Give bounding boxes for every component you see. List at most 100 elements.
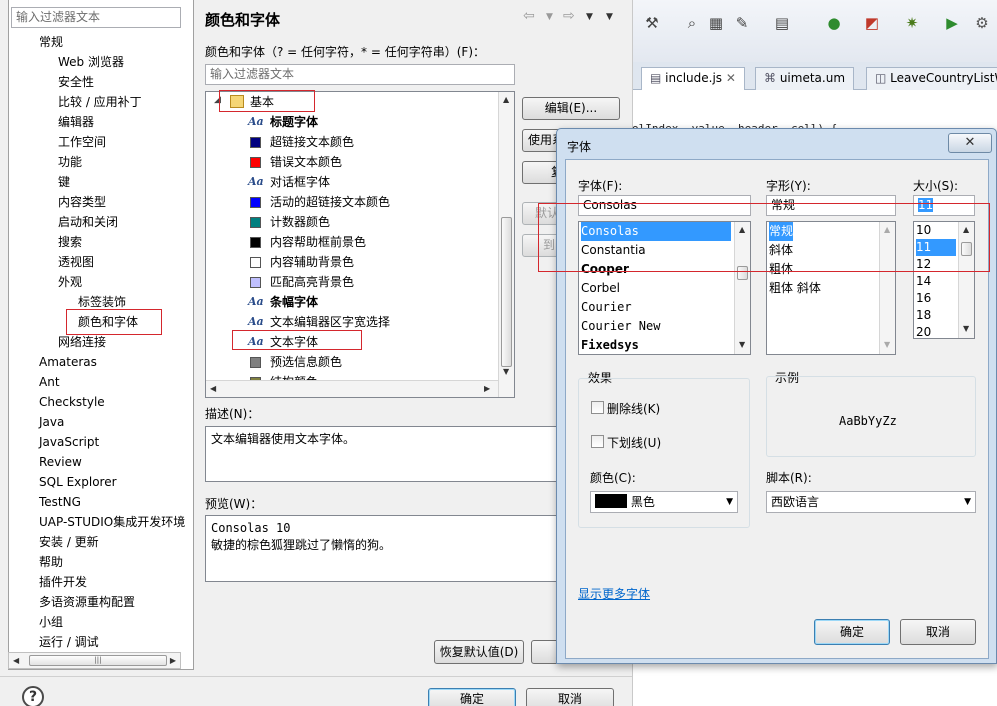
tree-item[interactable]: 外观 xyxy=(58,272,82,292)
style-option[interactable]: 斜体 xyxy=(769,241,793,260)
tree-item[interactable]: Web 浏览器 xyxy=(58,52,124,72)
color-select[interactable]: 黑色 ▼ xyxy=(590,491,738,513)
list-vscroll[interactable]: ▲ ▼ xyxy=(498,92,514,397)
tree-item[interactable]: 编辑器 xyxy=(58,112,94,132)
size-option[interactable]: 12 xyxy=(916,256,956,273)
tree-item[interactable]: 帮助 xyxy=(39,552,63,572)
scroll-left-icon[interactable]: ◀ xyxy=(210,381,216,396)
tree-item[interactable]: 工作空间 xyxy=(58,132,106,152)
font-scroll-thumb[interactable] xyxy=(737,266,748,280)
tree-item[interactable]: 标签装饰 xyxy=(78,292,126,312)
scroll-up-icon[interactable]: ▲ xyxy=(963,222,969,237)
color-font-item[interactable]: Aa 标题字体 xyxy=(248,112,318,132)
back-menu-icon[interactable]: ▼ xyxy=(546,12,553,22)
tree-item[interactable]: Amateras xyxy=(39,352,97,372)
scroll-thumb[interactable]: ||| xyxy=(29,655,167,666)
style-option[interactable]: 粗体 斜体 xyxy=(769,279,821,298)
tree-item[interactable]: 启动和关闭 xyxy=(58,212,118,232)
color-font-item[interactable]: 内容辅助背景色 xyxy=(250,252,354,272)
deploy-icon[interactable]: ◩ xyxy=(863,14,881,32)
tag-icon[interactable]: ✎ xyxy=(733,14,751,32)
tree-item[interactable]: 安全性 xyxy=(58,72,94,92)
strikeout-checkbox[interactable] xyxy=(591,401,604,414)
tree-item[interactable]: 内容类型 xyxy=(58,192,106,212)
size-vscroll[interactable]: ▲ ▼ xyxy=(958,222,974,338)
close-icon[interactable]: ✕ xyxy=(722,71,736,85)
underline-checkbox[interactable] xyxy=(591,435,604,448)
scroll-left-icon[interactable]: ◀ xyxy=(13,653,19,668)
tree-item[interactable]: 比较 / 应用补丁 xyxy=(58,92,142,112)
color-font-item[interactable]: Aa 条幅字体 xyxy=(248,292,318,312)
scroll-up-icon[interactable]: ▲ xyxy=(739,222,745,237)
tree-item[interactable]: 颜色和字体 xyxy=(78,312,138,332)
style-option[interactable]: 粗体 xyxy=(769,260,793,279)
size-scroll-thumb[interactable] xyxy=(961,242,972,256)
run-icon[interactable]: ▶ xyxy=(943,14,961,32)
size-option[interactable]: 11 xyxy=(916,239,956,256)
list-scroll-thumb[interactable] xyxy=(501,217,512,367)
restore-defaults-button[interactable]: 恢复默认值(D) xyxy=(434,640,524,664)
color-font-item[interactable]: Aa 文本编辑器区字宽选择 xyxy=(248,312,390,332)
size-option[interactable]: 20 xyxy=(916,324,956,338)
tab-include-js[interactable]: ▤ include.js ✕ xyxy=(641,67,745,90)
size-option[interactable]: 10 xyxy=(916,222,956,239)
color-font-item[interactable]: 内容帮助框前景色 xyxy=(250,232,366,252)
tree-item[interactable]: 运行 / 调试 xyxy=(39,632,99,652)
search-icon[interactable]: ⌕ xyxy=(683,14,701,32)
tree-item[interactable]: 键 xyxy=(58,172,70,192)
tree-item[interactable]: Java xyxy=(39,412,64,432)
ok-button[interactable]: 确定 xyxy=(428,688,516,706)
color-font-item[interactable]: 错误文本颜色 xyxy=(250,152,342,172)
tree-item[interactable]: 常规 xyxy=(39,32,63,52)
color-font-item[interactable]: 活动的超链接文本颜色 xyxy=(250,192,390,212)
scroll-up-icon[interactable]: ▲ xyxy=(884,222,890,237)
color-font-item[interactable]: 超链接文本颜色 xyxy=(250,132,354,152)
hammer-icon[interactable]: ⚒ xyxy=(643,14,661,32)
tree-item[interactable]: JavaScript xyxy=(39,432,99,452)
debug-icon[interactable]: ✷ xyxy=(903,14,921,32)
font-option[interactable]: Fixedsys xyxy=(581,336,731,354)
font-option[interactable]: Cooper xyxy=(581,260,731,279)
edit-button[interactable]: 编辑(E)... xyxy=(522,97,620,120)
run-config-icon[interactable]: ● xyxy=(825,14,843,32)
tree-item[interactable]: Review xyxy=(39,452,82,472)
scroll-down-icon[interactable]: ▼ xyxy=(503,364,509,379)
tree-item[interactable]: 安装 / 更新 xyxy=(39,532,99,552)
tab-leavecountry[interactable]: ◫ LeaveCountryListW xyxy=(866,67,997,90)
font-option[interactable]: Courier xyxy=(581,298,731,317)
page-icon[interactable]: ▤ xyxy=(773,14,791,32)
tree-item[interactable]: TestNG xyxy=(39,492,81,512)
tree-item[interactable]: 透视图 xyxy=(58,252,94,272)
size-option[interactable]: 14 xyxy=(916,273,956,290)
font-name-input[interactable]: Consolas xyxy=(578,195,751,216)
tree-item[interactable]: 小组 xyxy=(39,612,63,632)
table-icon[interactable]: ▦ xyxy=(707,14,725,32)
close-icon[interactable]: ✕ xyxy=(948,133,992,153)
size-option[interactable]: 18 xyxy=(916,307,956,324)
category-basic[interactable]: 基本 xyxy=(250,92,274,112)
forward-menu-icon[interactable]: ▼ xyxy=(586,12,593,22)
scroll-down-icon[interactable]: ▼ xyxy=(739,337,745,352)
style-vscroll[interactable]: ▲ ▼ xyxy=(879,222,895,354)
font-vscroll[interactable]: ▲ ▼ xyxy=(734,222,750,354)
tree-hscroll[interactable]: ◀ ||| ▶ xyxy=(8,652,181,669)
font-cancel-button[interactable]: 取消 xyxy=(900,619,976,645)
scroll-up-icon[interactable]: ▲ xyxy=(503,92,509,107)
tree-item[interactable]: UAP-STUDIO集成开发环境 xyxy=(39,512,185,532)
tree-item[interactable]: 搜索 xyxy=(58,232,82,252)
scroll-right-icon[interactable]: ▶ xyxy=(484,381,490,396)
scroll-down-icon[interactable]: ▼ xyxy=(884,337,890,352)
view-menu-icon[interactable]: ▼ xyxy=(606,12,613,22)
font-style-input[interactable]: 常规 xyxy=(766,195,896,216)
list-hscroll[interactable]: ◀ ▶ xyxy=(206,380,498,397)
help-icon[interactable]: ? xyxy=(22,686,44,706)
tree-item[interactable]: Checkstyle xyxy=(39,392,105,412)
tree-item[interactable]: Ant xyxy=(39,372,60,392)
font-option[interactable]: Corbel xyxy=(581,279,731,298)
colors-filter-input[interactable]: 输入过滤器文本 xyxy=(205,64,515,85)
tab-uimeta[interactable]: ⌘ uimeta.um xyxy=(755,67,855,90)
tree-item[interactable]: 多语资源重构配置 xyxy=(39,592,135,612)
font-option[interactable]: Consolas xyxy=(581,222,731,241)
tree-item[interactable]: 网络连接 xyxy=(58,332,106,352)
external-tools-icon[interactable]: ⚙ xyxy=(973,14,991,32)
